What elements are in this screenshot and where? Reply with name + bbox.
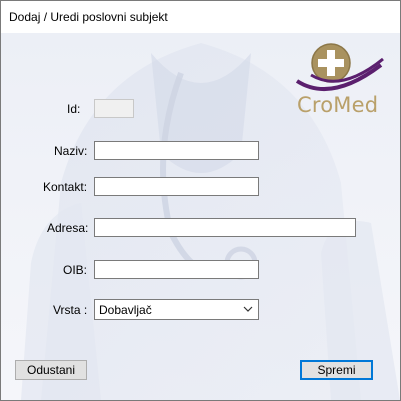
title-bar[interactable]: Dodaj / Uredi poslovni subjekt xyxy=(1,1,400,33)
cromed-logo: CroMed xyxy=(291,41,387,121)
id-label: Id: xyxy=(67,102,81,116)
oib-label: OIB: xyxy=(63,263,88,277)
cancel-button[interactable]: Odustani xyxy=(15,360,87,380)
naziv-label: Naziv: xyxy=(54,144,88,158)
id-field xyxy=(94,99,134,118)
oib-input[interactable] xyxy=(94,260,259,279)
window-title: Dodaj / Uredi poslovni subjekt xyxy=(9,10,168,24)
adresa-label: Adresa: xyxy=(47,221,89,235)
vrsta-select[interactable]: Dobavljač xyxy=(94,299,259,320)
medical-cross-logo-icon xyxy=(295,43,384,91)
logo-text: CroMed xyxy=(297,93,379,117)
dialog-body: CroMed Id: Naziv: Kontakt: Adresa: OIB: … xyxy=(1,33,400,400)
chevron-down-icon xyxy=(243,306,253,312)
vrsta-selected-value: Dobavljač xyxy=(99,303,152,317)
vrsta-label: Vrsta : xyxy=(53,303,88,317)
dialog-window: Dodaj / Uredi poslovni subjekt CroMed Id… xyxy=(0,0,401,401)
kontakt-input[interactable] xyxy=(94,177,259,196)
naziv-input[interactable] xyxy=(94,141,259,160)
adresa-input[interactable] xyxy=(94,218,356,237)
kontakt-label: Kontakt: xyxy=(43,180,88,194)
save-button[interactable]: Spremi xyxy=(300,360,373,380)
